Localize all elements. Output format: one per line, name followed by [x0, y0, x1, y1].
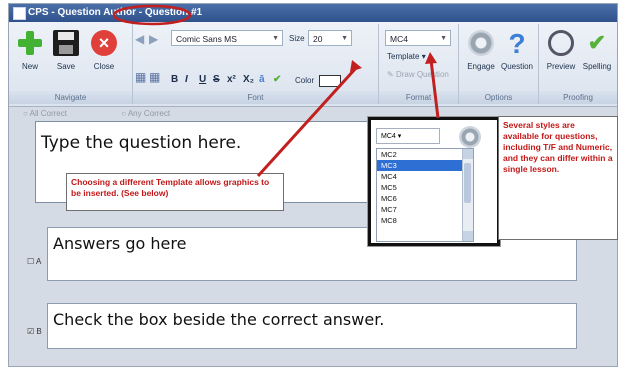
layout-icon[interactable]: ▦	[135, 70, 146, 84]
highlight-icon[interactable]: ✔	[273, 74, 281, 85]
template-option[interactable]: MC5	[377, 182, 473, 193]
font-group: ◀ ▶ Comic Sans MS ▼ Size 20 ▼ ▦ ▦ B I U S …	[133, 24, 379, 104]
template-label[interactable]: Template ▾	[387, 52, 426, 61]
radio-any-correct[interactable]: ○ Any Correct	[121, 109, 196, 118]
ribbon-toolbar: New Save × Close Navigate ◀ ▶ Comic Sans…	[9, 22, 617, 107]
template-option[interactable]: MC4	[377, 171, 473, 182]
navigate-group: New Save × Close Navigate	[9, 24, 133, 104]
scroll-down-icon[interactable]	[463, 231, 473, 241]
format-group-label: Format	[379, 91, 458, 104]
color-label: Color	[295, 76, 315, 85]
color-picker[interactable]	[319, 75, 341, 87]
spellcheck-icon: ✔	[587, 30, 607, 55]
font-size-select[interactable]: 20 ▼	[308, 30, 352, 46]
help-icon: ?	[508, 28, 526, 59]
window-title: CPS - Question Author - Question #1	[28, 7, 203, 18]
forward-arrow-icon[interactable]: ▶	[149, 32, 158, 46]
proofing-group-label: Proofing	[539, 91, 617, 104]
template-annotation-note: Choosing a different Template allows gra…	[66, 173, 284, 211]
draw-question-button[interactable]: ✎ Draw Question	[387, 70, 449, 79]
answer-mode-radios: ○ All Correct ○ Any Correct	[23, 109, 222, 118]
spelling-button[interactable]: ✔ Spelling	[579, 30, 615, 86]
engage-button[interactable]: Engage	[463, 30, 499, 86]
italic-button[interactable]: I	[185, 74, 188, 85]
app-icon	[13, 7, 26, 20]
subscript-button[interactable]: X₂	[243, 74, 254, 85]
size-label: Size	[289, 34, 305, 43]
underline-button[interactable]: U	[199, 74, 206, 85]
navigate-group-label: Navigate	[9, 91, 132, 104]
save-button[interactable]: Save	[49, 30, 83, 86]
options-group: Engage ? Question Options	[459, 24, 539, 104]
answer-a-checkbox[interactable]: ☐ A	[27, 257, 41, 266]
title-bar: CPS - Question Author - Question #1	[9, 4, 617, 22]
template-list-scrollbar[interactable]	[462, 149, 473, 241]
template-option[interactable]: MC6	[377, 193, 473, 204]
scroll-thumb[interactable]	[464, 163, 471, 203]
answer-a-text: Answers go here	[53, 234, 187, 253]
magnifier-icon	[548, 30, 574, 56]
font-group-label: Font	[133, 91, 378, 104]
preview-button[interactable]: Preview	[543, 30, 579, 86]
answer-b-checkbox[interactable]: ☑ B	[27, 327, 42, 336]
strikethrough-button[interactable]: S	[213, 74, 220, 85]
template-option-selected[interactable]: MC3	[377, 160, 473, 171]
gear-icon	[468, 30, 494, 56]
template-option[interactable]: MC2	[377, 149, 473, 160]
template-dropdown-callout: MC4 ▾ MC2 MC3 MC4 MC5 MC6 MC7 MC8	[368, 117, 500, 246]
save-icon	[53, 30, 79, 56]
plus-icon	[17, 30, 43, 56]
bold-button[interactable]: B	[171, 74, 178, 85]
styles-annotation-note: Several styles are available for questio…	[498, 116, 618, 240]
font-name-select[interactable]: Comic Sans MS ▼	[171, 30, 283, 46]
proofing-group: Preview ✔ Spelling Proofing	[539, 24, 617, 104]
template-options-list: MC2 MC3 MC4 MC5 MC6 MC7 MC8	[376, 148, 474, 242]
radio-all-correct[interactable]: ○ All Correct	[23, 109, 93, 118]
close-button[interactable]: × Close	[87, 30, 121, 86]
symbol-icon[interactable]: ā	[259, 74, 265, 85]
template-option[interactable]: MC7	[377, 204, 473, 215]
back-arrow-icon[interactable]: ◀	[135, 32, 144, 46]
scroll-up-icon[interactable]	[463, 149, 473, 159]
template-dropdown-select[interactable]: MC4 ▾	[376, 128, 440, 144]
question-text: Type the question here.	[41, 133, 242, 153]
answer-b-box[interactable]: Check the box beside the correct answer.	[47, 303, 577, 349]
template-option[interactable]: MC8	[377, 215, 473, 226]
answer-b-text: Check the box beside the correct answer.	[53, 310, 385, 329]
options-group-label: Options	[459, 91, 538, 104]
close-icon: ×	[91, 30, 117, 56]
format-group: MC4 ▼ Template ▾ ✎ Draw Question Format	[379, 24, 459, 104]
gear-icon	[459, 126, 481, 148]
superscript-button[interactable]: x²	[227, 74, 236, 85]
question-button[interactable]: ? Question	[499, 30, 535, 86]
layout-alt-icon[interactable]: ▦	[149, 70, 160, 84]
template-select[interactable]: MC4 ▼	[385, 30, 451, 46]
new-button[interactable]: New	[13, 30, 47, 86]
